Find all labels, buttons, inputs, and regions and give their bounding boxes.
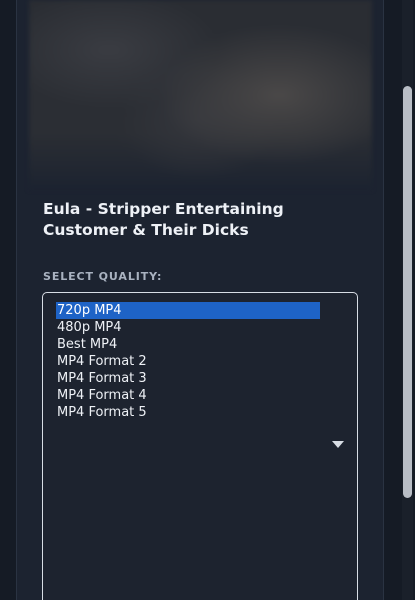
quality-option-mp4-format-5[interactable]: MP4 Format 5 <box>56 404 320 421</box>
quality-option-480p-mp4[interactable]: 480p MP4 <box>56 319 320 336</box>
page: Eula - Stripper Entertaining Customer & … <box>0 0 415 600</box>
video-title: Eula - Stripper Entertaining Customer & … <box>43 200 284 239</box>
quality-option-mp4-format-2[interactable]: MP4 Format 2 <box>56 353 320 370</box>
quality-option-720p-mp4[interactable]: 720p MP4 <box>56 302 320 319</box>
quality-option-mp4-format-4[interactable]: MP4 Format 4 <box>56 387 320 404</box>
select-quality-label: SELECT QUALITY: <box>43 270 163 283</box>
quality-select[interactable]: 720p MP4 480p MP4 Best MP4 MP4 Format 2 … <box>42 292 358 600</box>
video-thumbnail[interactable] <box>29 0 372 190</box>
chevron-down-icon[interactable] <box>332 441 344 448</box>
quality-option-mp4-format-3[interactable]: MP4 Format 3 <box>56 370 320 387</box>
quality-option-best-mp4[interactable]: Best MP4 <box>56 336 320 353</box>
page-scrollbar-thumb[interactable] <box>403 86 412 498</box>
quality-options-list[interactable]: 720p MP4 480p MP4 Best MP4 MP4 Format 2 … <box>56 302 320 421</box>
